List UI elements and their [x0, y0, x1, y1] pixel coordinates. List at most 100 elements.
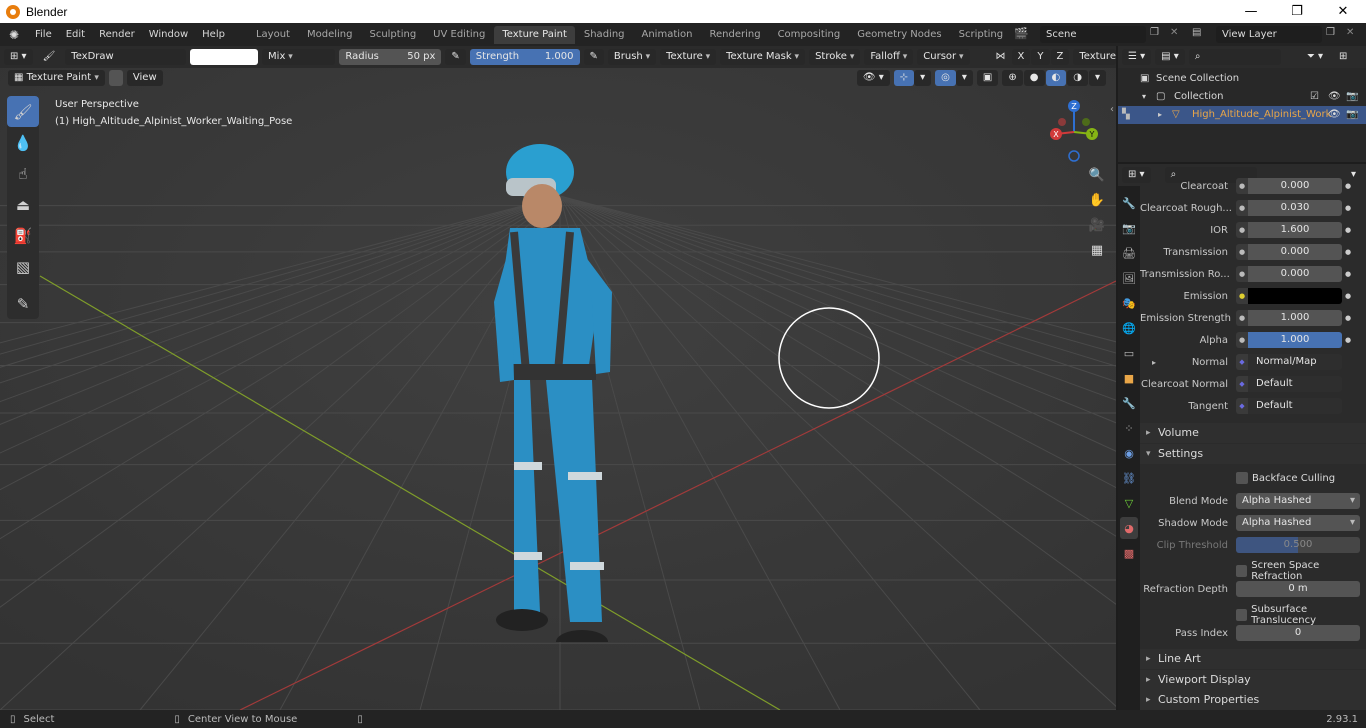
mirror-x-toggle[interactable]: X: [1011, 49, 1031, 65]
radius-field[interactable]: Radius 50 px: [339, 49, 442, 65]
tangent-field[interactable]: Default: [1248, 398, 1342, 414]
refraction-depth-field[interactable]: 0 m: [1236, 581, 1360, 597]
mode-selector[interactable]: ▦ Texture Paint: [8, 70, 105, 86]
shading-wireframe-icon[interactable]: ⊕: [1002, 70, 1023, 86]
tab-uv-editing[interactable]: UV Editing: [425, 26, 493, 44]
pan-hand-icon[interactable]: ✋: [1086, 189, 1108, 211]
vector-socket-icon[interactable]: ◆: [1236, 376, 1248, 392]
particles-tab-icon[interactable]: ⁘: [1120, 417, 1138, 439]
menu-help[interactable]: Help: [195, 23, 232, 46]
section-custom-properties[interactable]: Custom Properties: [1140, 690, 1366, 710]
keyframe-icon[interactable]: ●: [1342, 314, 1354, 322]
outliner-editor-type[interactable]: ☰ ▾: [1122, 49, 1152, 65]
data-tab-icon[interactable]: ▽: [1120, 492, 1138, 514]
menu-edit[interactable]: Edit: [59, 23, 92, 46]
visibility-selector-icon[interactable]: 👁 ▾: [856, 70, 890, 86]
shading-material-icon[interactable]: ◐: [1045, 70, 1067, 86]
normal-link-field[interactable]: Normal/Map: [1248, 354, 1342, 370]
tab-scripting[interactable]: Scripting: [951, 26, 1011, 44]
constraints-tab-icon[interactable]: ⛓: [1120, 467, 1138, 489]
menu-texture-mask[interactable]: Texture Mask: [720, 49, 806, 65]
collection-visibility-icon[interactable]: 👁: [1328, 88, 1341, 106]
close-button[interactable]: ✕: [1320, 0, 1366, 23]
section-line-art[interactable]: Line Art: [1140, 649, 1366, 669]
camera-view-icon[interactable]: 🎥: [1086, 214, 1108, 236]
annotate-tool-icon[interactable]: ✎: [7, 288, 39, 319]
outliner-row-scene-collection[interactable]: ▣ Scene Collection: [1118, 70, 1366, 88]
navigation-gizmo[interactable]: Z Y X: [1042, 100, 1106, 164]
maximize-button[interactable]: ❐: [1274, 0, 1320, 23]
collection-render-icon[interactable]: 📷: [1346, 88, 1358, 106]
tab-texture-paint[interactable]: Texture Paint: [494, 25, 575, 44]
tab-animation[interactable]: Animation: [634, 26, 701, 44]
smear-tool-icon[interactable]: ☝: [7, 158, 39, 189]
scene-tab-icon[interactable]: 🎭: [1120, 292, 1138, 314]
texture-tab-icon[interactable]: ▩: [1120, 542, 1138, 564]
object-expand-icon[interactable]: ▸: [1158, 106, 1162, 124]
socket-icon[interactable]: ●: [1236, 266, 1248, 282]
mask-toggle-icon[interactable]: [108, 70, 123, 86]
emission-strength-field[interactable]: 1.000: [1248, 310, 1342, 326]
section-settings[interactable]: Settings: [1140, 444, 1366, 464]
collection-tab-icon[interactable]: ▭: [1120, 342, 1138, 364]
collection-checkbox[interactable]: ☑: [1310, 88, 1319, 106]
blend-mode-dropdown[interactable]: Alpha Hashed: [1236, 493, 1360, 509]
keyframe-icon[interactable]: ●: [1342, 292, 1354, 300]
vector-socket-icon[interactable]: ◆: [1236, 398, 1248, 414]
new-collection-icon[interactable]: ⊞: [1333, 49, 1353, 65]
brush-color-field[interactable]: [190, 49, 259, 65]
emission-color-field[interactable]: [1248, 288, 1342, 304]
gizmo-dropdown-icon[interactable]: ▾: [914, 70, 932, 86]
alpha-field[interactable]: 1.000: [1248, 332, 1342, 348]
menu-render[interactable]: Render: [92, 23, 142, 46]
overlay-dropdown-icon[interactable]: ▾: [955, 70, 973, 86]
mirror-y-toggle[interactable]: Y: [1031, 49, 1050, 65]
tool-tab-icon[interactable]: 🔧: [1120, 192, 1138, 214]
section-viewport-display[interactable]: Viewport Display: [1140, 670, 1366, 690]
socket-icon[interactable]: ●: [1236, 244, 1248, 260]
3d-viewport[interactable]: ⊞ ▾ 🖌 TexDraw Mix Radius 50 px ✎ Strengt…: [0, 46, 1116, 710]
zoom-icon[interactable]: 🔍: [1086, 164, 1108, 186]
scene-selector[interactable]: Scene: [1040, 26, 1146, 43]
brush-name-field[interactable]: TexDraw: [65, 49, 187, 65]
menu-falloff[interactable]: Falloff: [864, 49, 914, 65]
menu-view[interactable]: View: [126, 70, 163, 86]
keyframe-icon[interactable]: ●: [1342, 204, 1354, 212]
transmission-field[interactable]: 0.000: [1248, 244, 1342, 260]
sidebar-collapse-icon[interactable]: ‹: [1110, 104, 1114, 115]
scene-remove-icon[interactable]: ✕: [1170, 27, 1178, 38]
character-model[interactable]: [470, 142, 670, 642]
texture-slots-menu[interactable]: Texture Sl: [1073, 49, 1116, 65]
material-tab-icon[interactable]: ◕: [1120, 517, 1138, 539]
menu-texture[interactable]: Texture: [660, 49, 717, 65]
draw-tool-icon[interactable]: 🖌: [7, 96, 39, 127]
checkbox-box[interactable]: [1236, 609, 1248, 621]
shadow-mode-dropdown[interactable]: Alpha Hashed: [1236, 515, 1360, 531]
tab-rendering[interactable]: Rendering: [701, 26, 768, 44]
shading-solid-icon[interactable]: ●: [1023, 70, 1045, 86]
tab-geometry-nodes[interactable]: Geometry Nodes: [849, 26, 949, 44]
socket-icon[interactable]: ●: [1236, 222, 1248, 238]
color-socket-icon[interactable]: ●: [1236, 288, 1248, 304]
transmission-roughness-field[interactable]: 0.000: [1248, 266, 1342, 282]
socket-icon[interactable]: ●: [1236, 310, 1248, 326]
overlay-toggle-icon[interactable]: ◎: [935, 70, 956, 86]
blend-mode-selector[interactable]: Mix: [262, 49, 336, 65]
tab-sculpting[interactable]: Sculpting: [361, 26, 424, 44]
view-layer-copy-icon[interactable]: ❐: [1326, 27, 1335, 38]
view-layer-selector[interactable]: View Layer: [1216, 26, 1322, 43]
vector-socket-icon[interactable]: ◆: [1236, 354, 1248, 370]
soften-tool-icon[interactable]: 💧: [7, 127, 39, 158]
clearcoat-roughness-field[interactable]: 0.030: [1248, 200, 1342, 216]
object-visibility-icon[interactable]: 👁: [1328, 106, 1341, 124]
minimize-button[interactable]: —: [1228, 0, 1274, 23]
physics-tab-icon[interactable]: ◉: [1120, 442, 1138, 464]
brush-icon[interactable]: 🖌: [37, 49, 62, 65]
render-tab-icon[interactable]: 📷: [1120, 217, 1138, 239]
menu-stroke[interactable]: Stroke: [809, 49, 861, 65]
checkbox-box[interactable]: [1236, 565, 1248, 577]
view-layer-tab-icon[interactable]: 🖼: [1120, 267, 1138, 289]
blender-menu-icon[interactable]: ✺: [0, 28, 28, 42]
normal-expand-icon[interactable]: ▸: [1152, 358, 1156, 367]
tab-layout[interactable]: Layout: [248, 26, 298, 44]
